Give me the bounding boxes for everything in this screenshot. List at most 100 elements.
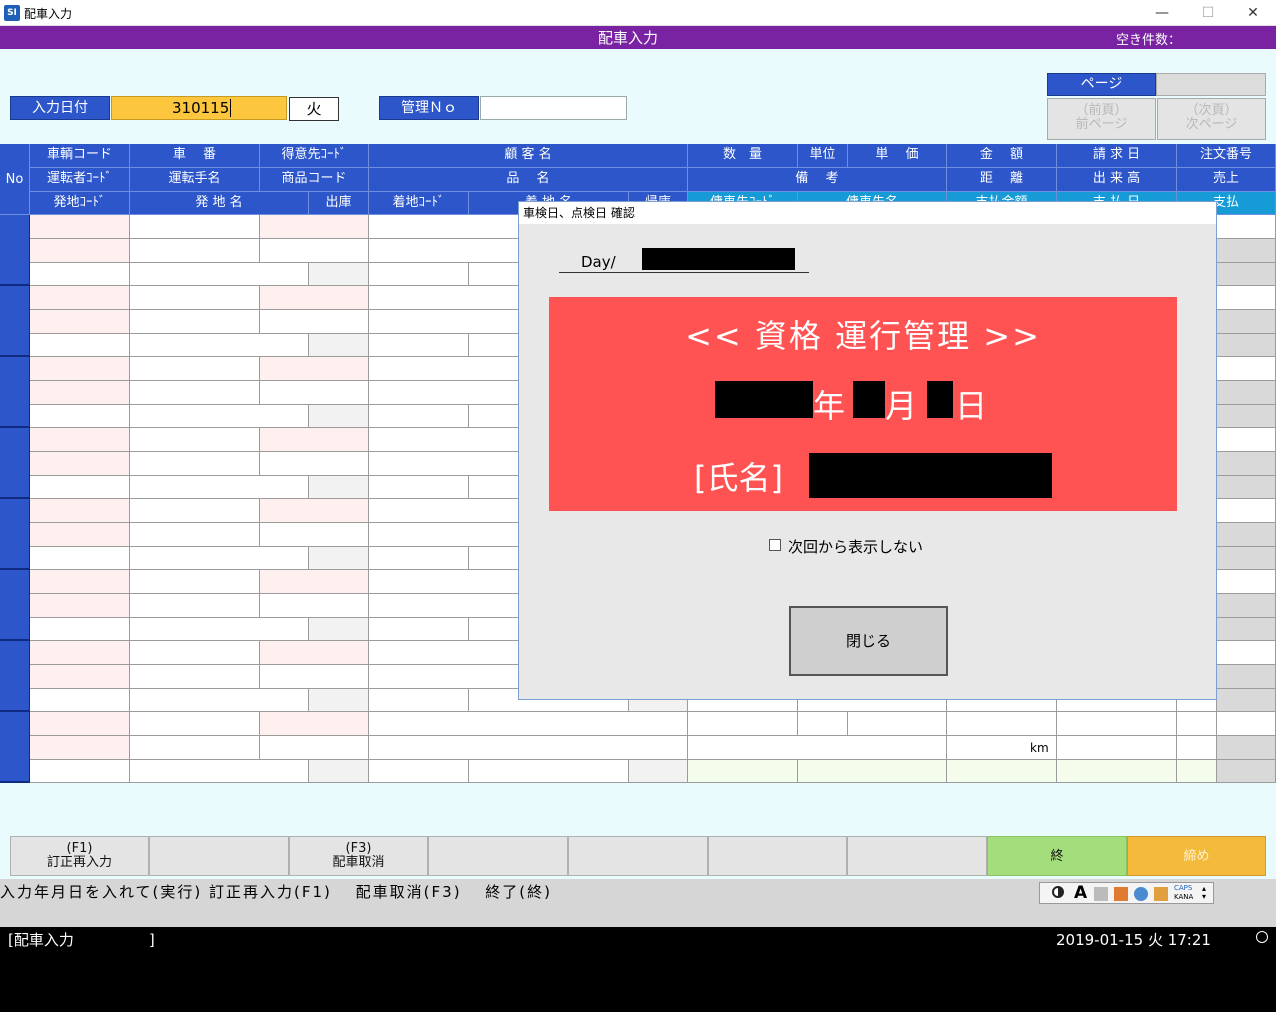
f2-button[interactable] [149,836,289,876]
sales-flag[interactable] [1217,523,1276,547]
product-code-input[interactable] [260,381,369,405]
payment-flag[interactable] [1217,476,1276,499]
order-no-extra[interactable] [1217,570,1276,594]
departure-input[interactable] [309,760,369,783]
customer-code-input[interactable] [260,499,369,523]
dest-code-input[interactable] [369,618,469,641]
customer-code-input[interactable] [260,286,369,310]
origin-code-input[interactable] [30,689,130,712]
order-no-extra[interactable] [1217,286,1276,310]
departure-input[interactable] [309,263,369,286]
customer-code-input[interactable] [260,215,369,239]
order-no-extra[interactable] [1217,215,1276,239]
product-code-input[interactable] [260,310,369,334]
origin-code-input[interactable] [30,405,130,428]
origin-name-input[interactable] [130,334,309,357]
payment-flag[interactable] [1217,263,1276,286]
driver-name-input[interactable] [130,381,260,405]
departure-input[interactable] [309,405,369,428]
dest-name-input[interactable] [469,760,629,783]
remarks-input[interactable] [688,736,947,760]
vehicle-code-input[interactable] [30,712,130,736]
vehicle-no-input[interactable] [130,712,260,736]
dest-code-input[interactable] [369,405,469,428]
origin-code-input[interactable] [30,760,130,783]
origin-name-input[interactable] [130,547,309,570]
maximize-button[interactable]: ☐ [1185,3,1231,23]
origin-name-input[interactable] [130,760,309,783]
sales-flag[interactable] [1217,381,1276,405]
vehicle-code-input[interactable] [30,641,130,665]
unit-price-input[interactable] [848,712,947,736]
dest-code-input[interactable] [369,263,469,286]
product-name-input[interactable] [369,736,688,760]
dest-code-input[interactable] [369,760,469,783]
order-no-extra[interactable] [1217,499,1276,523]
close-window-button[interactable]: ✕ [1230,3,1276,23]
sales-flag[interactable] [1217,310,1276,334]
amount-input[interactable] [947,712,1057,736]
dest-code-input[interactable] [369,689,469,712]
driver-code-input[interactable] [30,523,130,547]
mgmt-no-input[interactable] [480,96,627,120]
vehicle-no-input[interactable] [130,641,260,665]
ime-settings-icon[interactable] [1154,887,1168,901]
sales-flag[interactable] [1217,594,1276,618]
sales-input[interactable] [1177,736,1217,760]
end-button[interactable]: 終 [987,836,1127,876]
payment-date-input[interactable] [1057,760,1177,783]
vehicle-no-input[interactable] [130,357,260,381]
sales-flag[interactable] [1217,736,1276,760]
departure-input[interactable] [309,334,369,357]
f6-button[interactable] [708,836,847,876]
sales-flag[interactable] [1217,239,1276,263]
driver-code-input[interactable] [30,239,130,263]
vehicle-no-input[interactable] [130,215,260,239]
customer-code-input[interactable] [260,357,369,381]
payment-input[interactable] [1177,760,1217,783]
driver-code-input[interactable] [30,452,130,476]
subcontractor-code-input[interactable] [688,760,798,783]
driver-code-input[interactable] [30,310,130,334]
close-dialog-button[interactable]: 閉じる [789,606,948,676]
ime-expand-icon[interactable]: ▴ ▾ [1202,885,1206,901]
product-code-input[interactable] [260,452,369,476]
driver-code-input[interactable] [30,381,130,405]
vehicle-no-input[interactable] [130,428,260,452]
vehicle-code-input[interactable] [30,215,130,239]
driver-name-input[interactable] [130,239,260,263]
product-code-input[interactable] [260,239,369,263]
ime-pad-icon[interactable] [1134,887,1148,901]
prev-page-button[interactable]: （前頁） 前ページ [1047,98,1156,140]
subcontractor-name-input[interactable] [798,760,947,783]
product-code-input[interactable] [260,665,369,689]
quantity-input[interactable] [688,712,798,736]
order-no-extra[interactable] [1217,712,1276,736]
vehicle-no-input[interactable] [130,286,260,310]
sales-flag[interactable] [1217,452,1276,476]
date-input[interactable]: 310115 [111,96,287,120]
payment-flag[interactable] [1217,618,1276,641]
origin-code-input[interactable] [30,618,130,641]
f4-button[interactable] [428,836,568,876]
vehicle-no-input[interactable] [130,499,260,523]
payment-flag[interactable] [1217,547,1276,570]
departure-input[interactable] [309,476,369,499]
customer-code-input[interactable] [260,641,369,665]
unit-input[interactable] [798,712,848,736]
driver-name-input[interactable] [130,523,260,547]
f5-button[interactable] [568,836,708,876]
next-page-button[interactable]: （次頁） 次ページ [1157,98,1266,140]
origin-code-input[interactable] [30,476,130,499]
order-no-extra[interactable] [1217,357,1276,381]
minimize-button[interactable]: — [1139,3,1185,23]
customer-name-input[interactable] [369,712,688,736]
driver-code-input[interactable] [30,665,130,689]
customer-code-input[interactable] [260,428,369,452]
vehicle-code-input[interactable] [30,286,130,310]
vehicle-code-input[interactable] [30,499,130,523]
origin-code-input[interactable] [30,334,130,357]
return-input[interactable] [629,760,688,783]
order-no-extra[interactable] [1217,428,1276,452]
ime-tool-icon[interactable] [1114,887,1128,901]
